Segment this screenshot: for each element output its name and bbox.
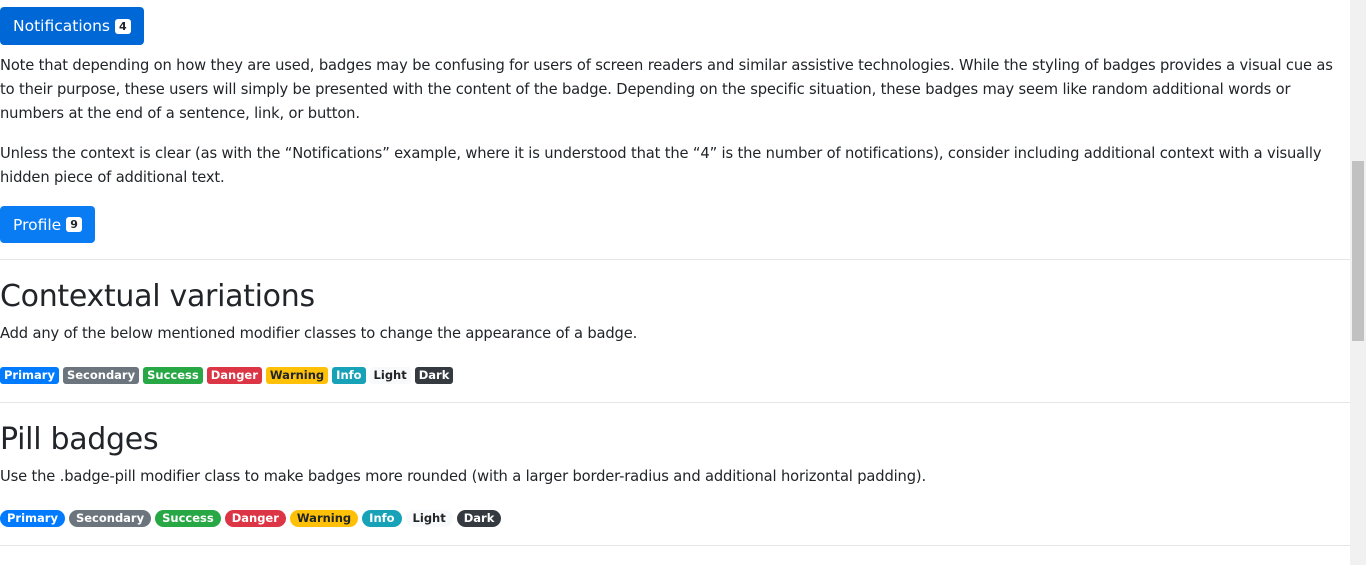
context-note: Unless the context is clear (as with the… xyxy=(0,145,1322,186)
scrollbar-thumb[interactable] xyxy=(1352,161,1364,341)
badge-light: Light xyxy=(369,367,411,384)
pill-badge-secondary: Secondary xyxy=(68,510,152,527)
contextual-badge-row: Primary Secondary Success Danger Warning… xyxy=(0,367,454,384)
vertical-scrollbar[interactable] xyxy=(1350,0,1366,565)
pill-badge-light: Light xyxy=(405,510,453,527)
notifications-button[interactable]: Notifications 4 xyxy=(0,7,144,45)
badge-success: Success xyxy=(143,367,203,384)
badge-warning: Warning xyxy=(265,367,329,384)
divider xyxy=(0,402,1350,403)
badge-secondary: Secondary xyxy=(62,367,140,384)
pill-badge-dark: Dark xyxy=(456,510,502,527)
divider xyxy=(0,545,1350,546)
pill-badge-row: Primary Secondary Success Danger Warning… xyxy=(0,510,502,527)
contextual-variations-heading: Contextual variations xyxy=(0,279,315,314)
pill-badge-warning: Warning xyxy=(289,510,359,527)
pill-badge-primary: Primary xyxy=(0,510,65,527)
badge-info: Info xyxy=(332,367,366,384)
pill-badge-danger: Danger xyxy=(224,510,286,527)
notifications-count-badge: 4 xyxy=(115,18,131,34)
contextual-description: Add any of the below mentioned modifier … xyxy=(0,325,638,342)
pill-badges-heading: Pill badges xyxy=(0,422,159,457)
profile-button[interactable]: Profile 9 xyxy=(0,206,95,243)
pill-badge-success: Success xyxy=(155,510,221,527)
badge-dark: Dark xyxy=(414,367,454,384)
divider xyxy=(0,259,1350,260)
profile-label: Profile xyxy=(13,215,62,234)
pill-badge-info: Info xyxy=(362,510,402,527)
pill-description: Use the .badge-pill modifier class to ma… xyxy=(0,468,926,485)
badge-primary: Primary xyxy=(0,367,59,384)
badge-danger: Danger xyxy=(206,367,262,384)
accessibility-note: Note that depending on how they are used… xyxy=(0,57,1333,122)
notifications-label: Notifications xyxy=(13,17,111,35)
profile-count-badge: 9 xyxy=(66,217,82,232)
